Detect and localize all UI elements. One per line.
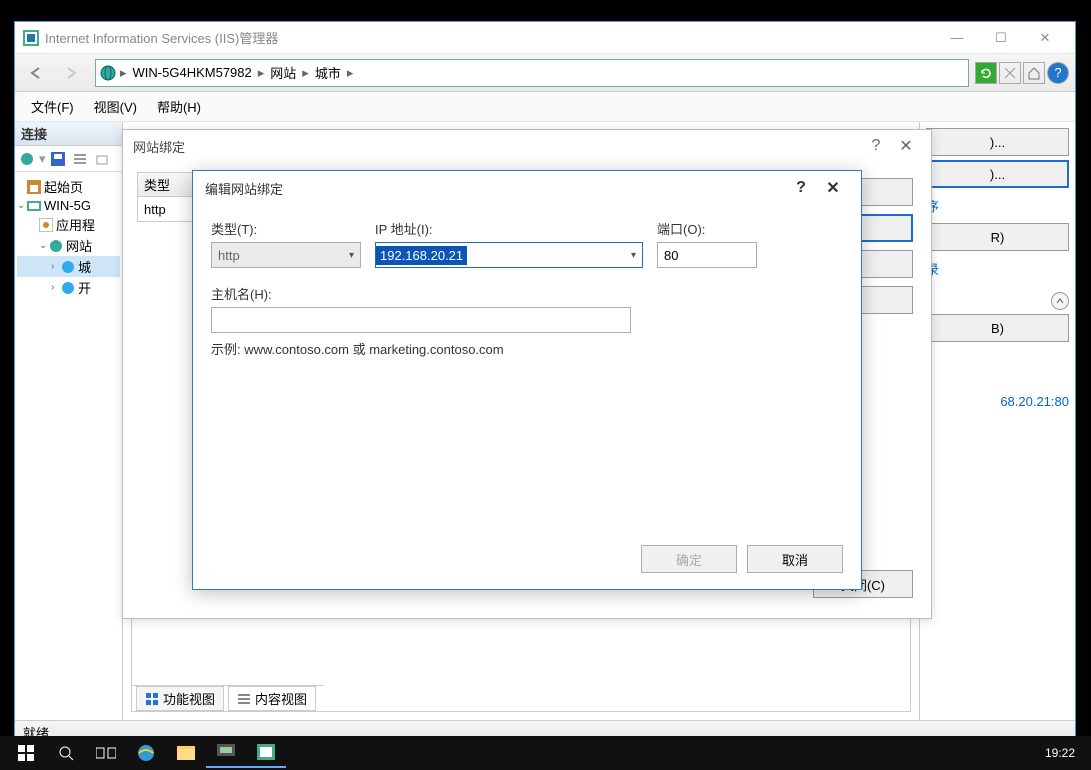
menu-file[interactable]: 文件(F): [21, 93, 84, 120]
edit-binding-dialog: 编辑网站绑定 ? ✕ 类型(T): http ▾ IP 地址(I): 192.1…: [192, 170, 862, 590]
home-tree-icon: [27, 180, 41, 194]
window-title: Internet Information Services (IIS)管理器: [45, 28, 935, 47]
bindings-grid[interactable]: 类型 http: [137, 172, 197, 222]
breadcrumb-site[interactable]: 城市: [309, 63, 347, 82]
sites-icon: [49, 239, 63, 253]
actions-panel: )... )... 序 R) 录 B) 68.20.21:80: [920, 122, 1075, 720]
connections-tree[interactable]: 起始页 ⌄ WIN-5G 应用程 ⌄ 网站 ›: [15, 172, 122, 302]
ie-icon[interactable]: [126, 738, 166, 768]
ip-address-input[interactable]: 192.168.20.21 ▾: [375, 242, 643, 268]
stop-icon[interactable]: [999, 62, 1021, 84]
tree-server[interactable]: ⌄ WIN-5G: [17, 197, 120, 214]
minimize-button[interactable]: —: [935, 24, 979, 52]
server-manager-icon[interactable]: [206, 738, 246, 768]
bindings-col-type[interactable]: 类型: [138, 173, 196, 197]
home-icon[interactable]: [1023, 62, 1045, 84]
tab-content-view[interactable]: 内容视图: [228, 686, 316, 711]
chevron-down-icon: ▾: [349, 250, 354, 261]
iis-taskbar-icon[interactable]: [246, 738, 286, 768]
maximize-button[interactable]: ☐: [979, 24, 1023, 52]
nav-forward-button[interactable]: [55, 59, 87, 87]
bindings-row[interactable]: http: [138, 197, 196, 221]
edit-title: 编辑网站绑定: [205, 179, 785, 198]
action-button-1[interactable]: )...: [926, 128, 1069, 156]
breadcrumb-server[interactable]: WIN-5G4HKM57982: [127, 65, 258, 80]
port-label: 端口(O):: [657, 219, 757, 238]
collapse-icon[interactable]: [1051, 292, 1069, 310]
apppool-icon: [39, 218, 53, 232]
close-button[interactable]: ✕: [1023, 24, 1067, 52]
globe-icon: [100, 65, 116, 81]
tree-app-pools[interactable]: 应用程: [17, 214, 120, 235]
tree-site-city[interactable]: › 城: [17, 256, 120, 277]
connections-panel: 连接 ▾ 起始页 ⌄ WIN-5G: [15, 122, 123, 720]
chevron-down-icon[interactable]: ▾: [625, 250, 642, 261]
cancel-button[interactable]: 取消: [747, 545, 843, 573]
ok-button[interactable]: 确定: [641, 545, 737, 573]
navigation-bar: ▸ WIN-5G4HKM57982 ▸ 网站 ▸ 城市 ▸ ?: [15, 54, 1075, 92]
action-button-2[interactable]: )...: [926, 160, 1069, 188]
type-select: http ▾: [211, 242, 361, 268]
bindings-title: 网站绑定: [133, 137, 861, 156]
tree-sites[interactable]: ⌄ 网站: [17, 235, 120, 256]
host-name-input[interactable]: [211, 307, 631, 333]
connections-toolbar: ▾: [15, 146, 122, 172]
task-view-icon[interactable]: [86, 738, 126, 768]
expander-icon[interactable]: ›: [51, 261, 61, 272]
navbar-tools: ?: [975, 62, 1069, 84]
view-tabs: 功能视图 内容视图: [132, 685, 324, 711]
titlebar: Internet Information Services (IIS)管理器 —…: [15, 22, 1075, 54]
menu-help[interactable]: 帮助(H): [147, 93, 211, 120]
save-icon[interactable]: [48, 149, 68, 169]
nav-back-button[interactable]: [21, 59, 53, 87]
breadcrumb-sites[interactable]: 网站: [264, 63, 302, 82]
tree-site-open[interactable]: › 开: [17, 277, 120, 298]
action-link-2[interactable]: 录: [926, 255, 1069, 282]
perm-icon[interactable]: [92, 149, 112, 169]
explorer-icon[interactable]: [166, 738, 206, 768]
type-label: 类型(T):: [211, 219, 361, 238]
site-icon: [61, 260, 75, 274]
action-button-3[interactable]: R): [926, 223, 1069, 251]
bindings-close-button[interactable]: ✕: [891, 136, 921, 156]
breadcrumb-bar[interactable]: ▸ WIN-5G4HKM57982 ▸ 网站 ▸ 城市 ▸: [95, 59, 969, 87]
action-button-4[interactable]: B): [926, 314, 1069, 342]
port-input[interactable]: [657, 242, 757, 268]
bindings-help-button[interactable]: ?: [861, 137, 891, 155]
menu-bar: 文件(F) 视图(V) 帮助(H): [15, 92, 1075, 122]
edit-close-button[interactable]: ✕: [817, 178, 849, 198]
expander-icon[interactable]: ⌄: [17, 200, 27, 211]
bindings-titlebar: 网站绑定 ? ✕: [123, 130, 931, 162]
edit-help-button[interactable]: ?: [785, 179, 817, 197]
address-link[interactable]: 68.20.21:80: [926, 390, 1069, 413]
search-icon[interactable]: [46, 738, 86, 768]
taskbar[interactable]: 19:22: [0, 736, 1091, 770]
edit-body: 类型(T): http ▾ IP 地址(I): 192.168.20.21 ▾ …: [193, 205, 861, 372]
tab-features-view[interactable]: 功能视图: [136, 686, 224, 711]
content-view-icon: [237, 692, 251, 706]
server-tree-icon: [27, 199, 41, 213]
connect-icon[interactable]: [17, 149, 37, 169]
edit-buttons: 确定 取消: [641, 545, 843, 573]
taskbar-clock[interactable]: 19:22: [1035, 746, 1085, 760]
features-view-icon: [145, 692, 159, 706]
connections-header: 连接: [15, 122, 122, 146]
expander-icon[interactable]: ⌄: [39, 240, 49, 251]
refresh-icon[interactable]: [975, 62, 997, 84]
help-icon[interactable]: ?: [1047, 62, 1069, 84]
ip-label: IP 地址(I):: [375, 219, 643, 238]
start-button[interactable]: [6, 738, 46, 768]
iis-icon: [23, 30, 39, 46]
breadcrumb-sep: ▸: [347, 65, 354, 81]
host-example-text: 示例: www.contoso.com 或 marketing.contoso.…: [211, 339, 843, 358]
site-icon: [61, 281, 75, 295]
menu-view[interactable]: 视图(V): [84, 93, 147, 120]
action-link-1[interactable]: 序: [926, 192, 1069, 219]
list-icon[interactable]: [70, 149, 90, 169]
host-label: 主机名(H):: [211, 284, 843, 303]
edit-titlebar: 编辑网站绑定 ? ✕: [193, 171, 861, 205]
expander-icon[interactable]: ›: [51, 282, 61, 293]
tree-start-page[interactable]: 起始页: [17, 176, 120, 197]
